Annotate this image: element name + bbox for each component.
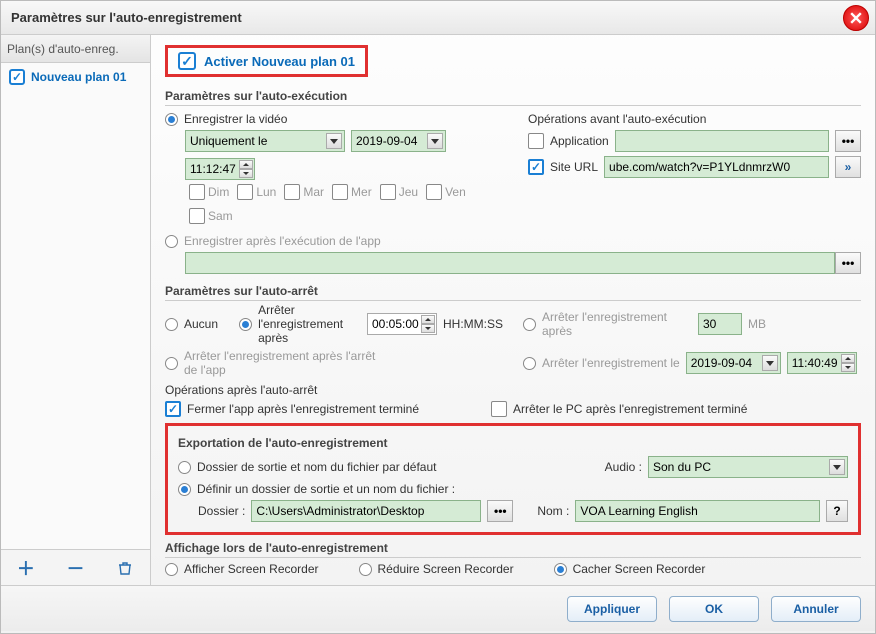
date-select[interactable]: 2019-09-04 — [351, 130, 446, 152]
section-autostop-title: Paramètres sur l'auto-arrêt — [165, 284, 861, 301]
close-icon — [850, 12, 862, 24]
site-url-input[interactable]: ube.com/watch?v=P1YLdnmrzW0 — [604, 156, 829, 178]
day-lun[interactable] — [237, 184, 253, 200]
name-input[interactable]: VOA Learning English — [575, 500, 820, 522]
radio-stop-at[interactable] — [523, 357, 536, 370]
radio-stop-none[interactable] — [165, 318, 178, 331]
footer: Appliquer OK Annuler — [1, 585, 875, 631]
titlebar: Paramètres sur l'auto-enregistrement — [1, 1, 875, 35]
stop-time-spinner[interactable]: 11:40:49 — [787, 352, 857, 374]
label-stop-at: Arrêter l'enregistrement le — [542, 356, 680, 370]
label-default-folder: Dossier de sortie et nom du fichier par … — [197, 460, 436, 474]
radio-stop-after-size[interactable] — [523, 318, 536, 331]
time-spinner[interactable]: 11:12:47 — [185, 158, 255, 180]
browse-app-button[interactable]: ••• — [835, 252, 861, 274]
sidebar: Plan(s) d'auto-enreg. Nouveau plan 01 ＋ … — [1, 35, 151, 585]
label-site-url: Site URL — [550, 160, 598, 174]
label-record-video: Enregistrer la vidéo — [184, 112, 287, 126]
day-sam[interactable] — [189, 208, 205, 224]
label-ops-before: Opérations avant l'auto-exécution — [528, 112, 706, 126]
app-path-input[interactable] — [185, 252, 835, 274]
apply-button[interactable]: Appliquer — [567, 596, 657, 622]
chk-close-app-after[interactable] — [165, 401, 181, 417]
label-stop-after-size: Arrêter l'enregistrement après — [542, 310, 692, 338]
day-ven[interactable] — [426, 184, 442, 200]
duration-spinner[interactable]: 00:05:00 — [367, 313, 437, 335]
day-mar[interactable] — [284, 184, 300, 200]
chk-shutdown-after[interactable] — [491, 401, 507, 417]
delete-plan-button[interactable] — [112, 555, 138, 581]
section-autoexec-title: Paramètres sur l'auto-exécution — [165, 89, 861, 106]
audio-select[interactable]: Son du PC — [648, 456, 848, 478]
chevron-down-icon — [326, 133, 342, 149]
folder-input[interactable]: C:\Users\Administrator\Desktop — [251, 500, 481, 522]
radio-display-hide[interactable] — [554, 563, 567, 576]
activate-checkbox[interactable] — [178, 52, 196, 70]
chk-application[interactable] — [528, 133, 544, 149]
radio-stop-after-app-close[interactable] — [165, 357, 178, 370]
activate-label: Activer Nouveau plan 01 — [204, 54, 355, 69]
radio-default-folder[interactable] — [178, 461, 191, 474]
label-audio: Audio : — [605, 460, 642, 474]
export-section: Exportation de l'auto-enregistrement Dos… — [165, 423, 861, 535]
check-icon — [9, 69, 25, 85]
radio-record-video[interactable] — [165, 113, 178, 126]
add-plan-button[interactable]: ＋ — [13, 555, 39, 581]
content: Activer Nouveau plan 01 Paramètres sur l… — [151, 35, 875, 585]
label-stop-none: Aucun — [184, 317, 218, 331]
radio-stop-after-duration[interactable] — [239, 318, 252, 331]
radio-define-folder[interactable] — [178, 483, 191, 496]
settings-window: Paramètres sur l'auto-enregistrement Pla… — [0, 0, 876, 634]
cancel-button[interactable]: Annuler — [771, 596, 861, 622]
name-help-button[interactable]: ? — [826, 500, 848, 522]
label-name: Nom : — [537, 504, 569, 518]
label-define-folder: Définir un dossier de sortie et un nom d… — [197, 482, 455, 496]
chevron-down-icon — [762, 355, 778, 371]
ok-button[interactable]: OK — [669, 596, 759, 622]
label-stop-after-duration: Arrêter l'enregistrement après — [258, 303, 361, 345]
chevron-down-icon — [427, 133, 443, 149]
label-display-hide: Cacher Screen Recorder — [573, 562, 706, 576]
days-row: Dim Lun Mar Mer Jeu Ven Sam — [189, 184, 498, 224]
trash-icon — [117, 560, 133, 576]
remove-plan-button[interactable]: － — [62, 555, 88, 581]
label-ops-after: Opérations après l'auto-arrêt — [165, 383, 861, 397]
close-button[interactable] — [843, 5, 869, 31]
label-size-unit: MB — [748, 317, 766, 331]
mode-select[interactable]: Uniquement le — [185, 130, 345, 152]
sidebar-item-label: Nouveau plan 01 — [31, 70, 126, 84]
go-url-button[interactable]: » — [835, 156, 861, 178]
day-dim[interactable] — [189, 184, 205, 200]
size-input[interactable]: 30 — [698, 313, 742, 335]
section-export-title: Exportation de l'auto-enregistrement — [178, 436, 848, 452]
label-duration-format: HH:MM:SS — [443, 317, 503, 331]
activate-plan: Activer Nouveau plan 01 — [165, 45, 368, 77]
label-shutdown-after: Arrêter le PC après l'enregistrement ter… — [513, 402, 747, 416]
radio-record-after-app[interactable] — [165, 235, 178, 248]
chevron-down-icon — [829, 459, 845, 475]
radio-display-reduce[interactable] — [359, 563, 372, 576]
label-record-after-app: Enregistrer après l'exécution de l'app — [184, 234, 381, 248]
radio-display-show[interactable] — [165, 563, 178, 576]
browse-application-button[interactable]: ••• — [835, 130, 861, 152]
label-close-app-after: Fermer l'app après l'enregistrement term… — [187, 402, 419, 416]
day-jeu[interactable] — [380, 184, 396, 200]
stop-date-select[interactable]: 2019-09-04 — [686, 352, 781, 374]
sidebar-item-plan-01[interactable]: Nouveau plan 01 — [1, 63, 150, 91]
browse-folder-button[interactable]: ••• — [487, 500, 513, 522]
application-input[interactable] — [615, 130, 829, 152]
label-folder: Dossier : — [198, 504, 245, 518]
sidebar-header: Plan(s) d'auto-enreg. — [1, 35, 150, 63]
day-mer[interactable] — [332, 184, 348, 200]
chk-site-url[interactable] — [528, 159, 544, 175]
label-application: Application — [550, 134, 609, 148]
label-stop-after-app-close: Arrêter l'enregistrement après l'arrêt d… — [184, 349, 384, 377]
label-display-reduce: Réduire Screen Recorder — [378, 562, 514, 576]
label-display-show: Afficher Screen Recorder — [184, 562, 319, 576]
window-title: Paramètres sur l'auto-enregistrement — [11, 10, 242, 25]
sidebar-tools: ＋ － — [1, 549, 150, 585]
section-display-title: Affichage lors de l'auto-enregistrement — [165, 541, 861, 558]
